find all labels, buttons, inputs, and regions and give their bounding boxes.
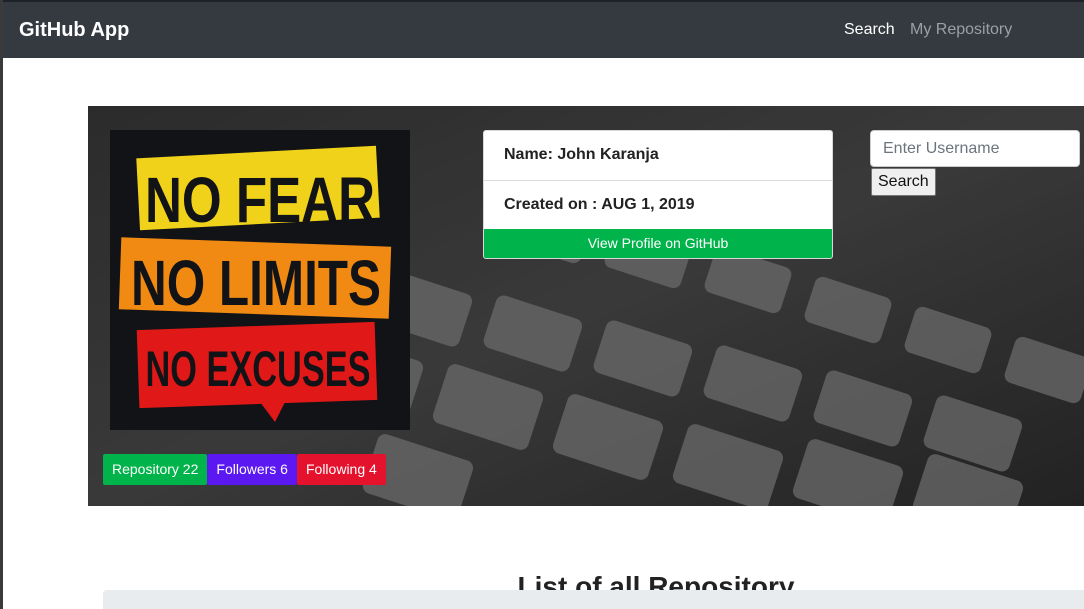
profile-name: Name: John Karanja: [504, 146, 659, 163]
profile-hero: NO FEAR NO LIMITS NO EXCUSES Repository …: [88, 106, 1084, 506]
view-profile-button[interactable]: View Profile on GitHub: [484, 229, 832, 258]
stats-badges: Repository 22 Followers 6 Following 4: [103, 454, 386, 485]
badge-following[interactable]: Following 4: [296, 454, 386, 485]
repository-list-container: [103, 590, 1084, 609]
poster-line-1: NO FEAR: [145, 164, 375, 236]
badge-followers[interactable]: Followers 6: [207, 454, 297, 485]
poster-line-2: NO LIMITS: [131, 247, 381, 319]
nav-link-my-repository[interactable]: My Repository: [910, 21, 1012, 39]
navbar: GitHub App Search My Repository: [3, 0, 1084, 58]
profile-created-date: Created on : AUG 1, 2019: [484, 180, 832, 230]
poster-line-3: NO EXCUSES: [146, 341, 371, 397]
badge-repositories[interactable]: Repository 22: [103, 454, 208, 485]
brand-logo[interactable]: GitHub App: [19, 19, 129, 42]
page: GitHub App Search My Repository NO FEAR …: [3, 0, 1084, 609]
search-button[interactable]: Search: [871, 168, 936, 196]
nav-link-search[interactable]: Search: [844, 21, 895, 39]
avatar-image: NO FEAR NO LIMITS NO EXCUSES: [110, 130, 410, 430]
profile-card: Name: John Karanja Created on : AUG 1, 2…: [483, 130, 833, 259]
motivational-poster-image: NO FEAR NO LIMITS NO EXCUSES: [110, 130, 410, 430]
username-search-input[interactable]: [870, 130, 1080, 167]
